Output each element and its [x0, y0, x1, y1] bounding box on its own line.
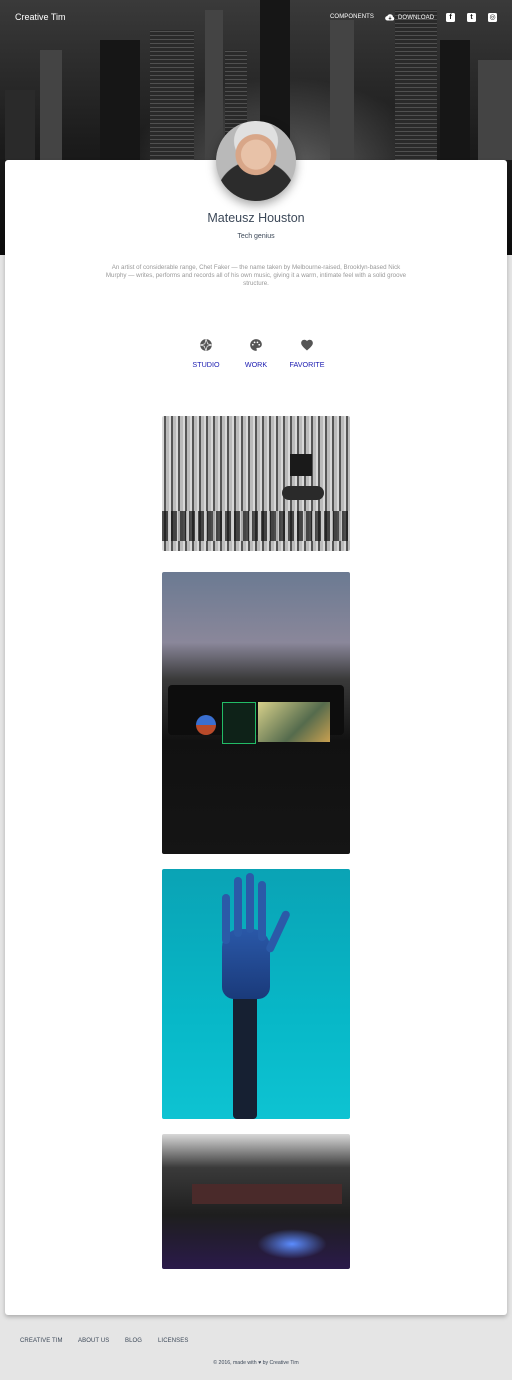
robot-thumb [264, 909, 292, 954]
cloud-download-icon [385, 14, 395, 21]
circuit-chip [290, 454, 312, 476]
palette-icon [250, 339, 262, 351]
footer-link-creative-tim[interactable]: CREATIVE TIM [20, 1338, 63, 1344]
gallery-image-pc-build[interactable] [162, 1134, 350, 1269]
robot-arm [233, 989, 257, 1119]
profile-name: Mateusz Houston [207, 211, 305, 225]
copyright: © 2016, made with ♥ by Creative Tim [0, 1360, 512, 1366]
robot-finger [234, 877, 242, 937]
instagram-icon[interactable]: ◎ [488, 13, 497, 22]
components-link[interactable]: COMPONENTS [330, 14, 374, 20]
profile-title: Tech genius [237, 233, 275, 240]
tab-favorite[interactable]: FAVORITE [286, 338, 328, 369]
robot-finger [246, 873, 254, 933]
tab-studio[interactable]: STUDIO [188, 338, 224, 369]
footer-link-licenses[interactable]: LICENSES [158, 1338, 188, 1344]
tab-work[interactable]: WORK [240, 338, 272, 369]
facebook-icon[interactable]: f [446, 13, 455, 22]
city-building [150, 30, 194, 160]
avatar [216, 121, 296, 201]
circuit-traces [162, 511, 350, 541]
robot-finger [258, 881, 266, 941]
circuit-component [282, 486, 324, 500]
gallery-image-robot-hand[interactable] [162, 869, 350, 1119]
footer-link-blog[interactable]: BLOG [125, 1338, 142, 1344]
attitude-indicator [196, 715, 216, 735]
city-building [40, 50, 62, 160]
twitter-icon[interactable]: t [467, 13, 476, 22]
footer-link-about-us[interactable]: ABOUT US [78, 1338, 109, 1344]
city-building [100, 40, 140, 160]
rgb-glow [257, 1229, 327, 1259]
download-label: DOWNLOAD [398, 14, 435, 21]
city-building [330, 20, 354, 160]
city-building [478, 60, 512, 160]
city-building [440, 40, 470, 160]
brand-link[interactable]: Creative Tim [15, 12, 66, 22]
footer: CREATIVE TIM ABOUT US BLOG LICENSES © 20… [0, 1326, 512, 1380]
profile-description: An artist of considerable range, Chet Fa… [105, 264, 407, 287]
camera-aperture-icon [200, 339, 212, 351]
tab-studio-label: STUDIO [192, 360, 220, 369]
gallery-image-cockpit[interactable] [162, 572, 350, 854]
navbar: Creative Tim COMPONENTS DOWNLOAD f t ◎ [0, 0, 512, 36]
city-building [5, 90, 35, 160]
tab-work-label: WORK [244, 360, 268, 369]
cockpit-map-screen [258, 702, 330, 742]
tab-favorite-label: FAVORITE [289, 360, 325, 369]
cockpit-display [222, 702, 256, 744]
heart-icon: ♥ [258, 1360, 262, 1366]
download-link[interactable]: DOWNLOAD [385, 14, 434, 21]
robot-finger [222, 894, 230, 944]
heart-icon [301, 339, 313, 351]
graphics-card [192, 1184, 342, 1204]
copyright-prefix: © 2016, made with [213, 1360, 257, 1366]
copyright-suffix: by Creative Tim [262, 1360, 299, 1366]
gallery-image-circuit-board[interactable] [162, 416, 350, 551]
